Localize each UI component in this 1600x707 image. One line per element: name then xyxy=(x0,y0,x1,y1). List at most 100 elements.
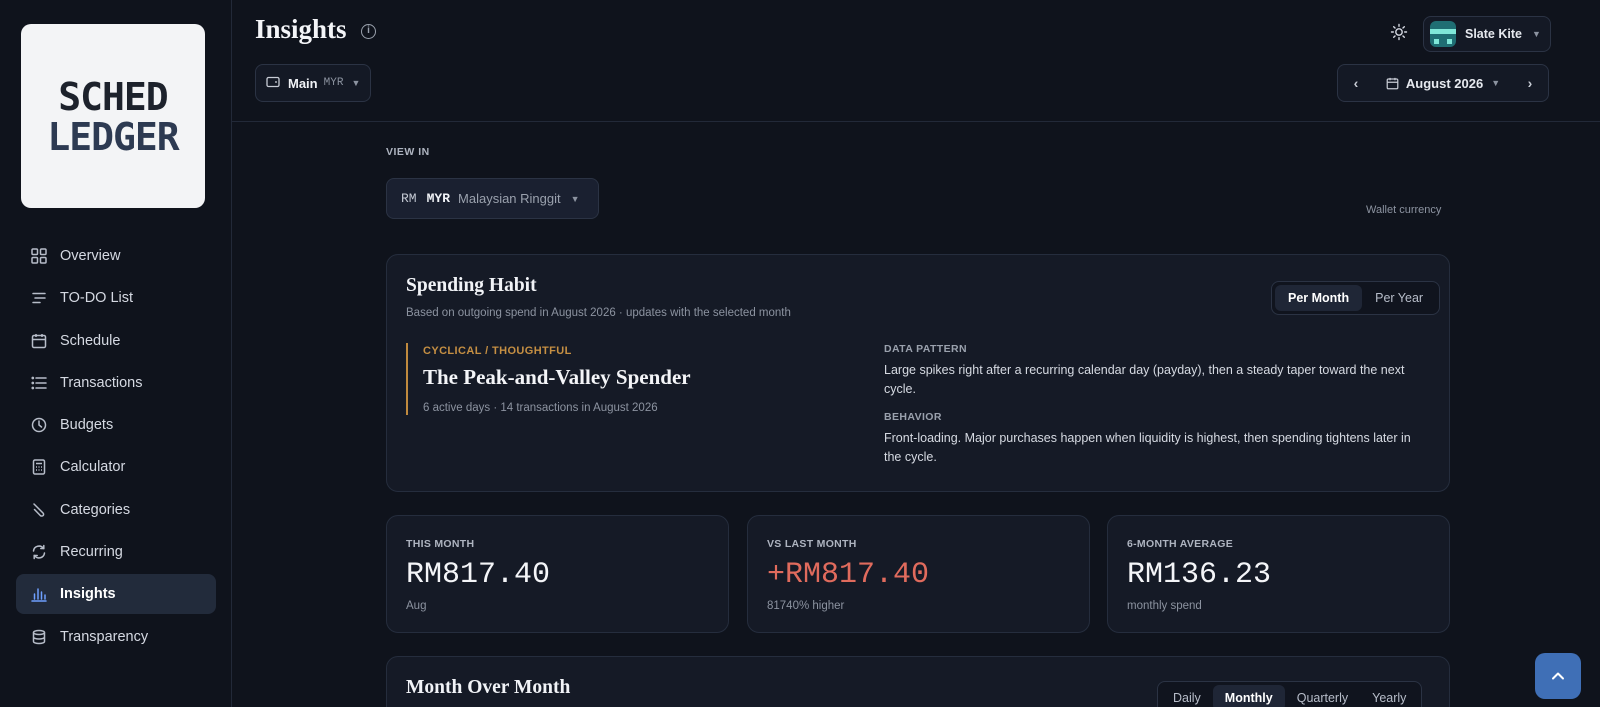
sidebar-item-insights[interactable]: Insights xyxy=(16,574,216,615)
wallet-currency: MYR xyxy=(323,77,344,89)
svg-text:SCHED: SCHED xyxy=(58,76,168,119)
user-name: Slate Kite xyxy=(1465,27,1522,41)
tab-yearly[interactable]: Yearly xyxy=(1360,685,1418,707)
persona-block: CYCLICAL / THOUGHTFUL The Peak-and-Valle… xyxy=(406,343,836,415)
card-title: Month Over Month xyxy=(406,677,571,698)
wallet-icon xyxy=(266,76,280,91)
behavior-text: Front-loading. Major purchases happen wh… xyxy=(884,431,1411,464)
sidebar-item-label: Transactions xyxy=(60,374,143,391)
stat-note: 81740% higher xyxy=(767,600,845,612)
sidebar-item-label: Recurring xyxy=(60,544,123,561)
sidebar-nav: Overview TO-DO List Schedule Transaction… xyxy=(16,236,216,659)
data-pattern-text: Large spikes right after a recurring cal… xyxy=(884,363,1405,396)
stat-label: VS LAST MONTH xyxy=(767,538,857,550)
list-check-icon xyxy=(30,289,48,307)
chevron-up-icon xyxy=(1552,672,1564,680)
stat-label: 6-MONTH AVERAGE xyxy=(1127,538,1234,550)
sidebar: SCHED LEDGER Overview TO-DO List Schedul… xyxy=(0,0,232,707)
chevron-down-icon: ▼ xyxy=(570,193,580,204)
info-icon[interactable]: i xyxy=(361,24,376,39)
scroll-to-top-button[interactable] xyxy=(1535,653,1581,699)
pattern-details: DATA PATTERN Large spikes right after a … xyxy=(884,343,1424,467)
user-menu-button[interactable]: Slate Kite ▼ xyxy=(1423,16,1551,52)
stat-note: monthly spend xyxy=(1127,600,1202,612)
tab-daily[interactable]: Daily xyxy=(1161,685,1213,707)
spending-habit-card: Spending Habit Based on outgoing spend i… xyxy=(386,254,1450,492)
persona-tag: CYCLICAL / THOUGHTFUL xyxy=(423,345,572,357)
app-logo[interactable]: SCHED LEDGER xyxy=(21,24,205,208)
sidebar-item-label: Categories xyxy=(60,501,131,518)
currency-code: MYR xyxy=(426,191,451,206)
prev-month-button[interactable]: ‹ xyxy=(1338,75,1374,91)
sidebar-item-todo[interactable]: TO-DO List xyxy=(16,278,216,318)
list-icon xyxy=(30,374,48,392)
wallet-currency-hint: Wallet currency xyxy=(1366,204,1442,216)
chevron-down-icon: ▼ xyxy=(351,78,361,88)
stat-value: RM817.40 xyxy=(406,558,551,592)
sidebar-item-transparency[interactable]: Transparency xyxy=(16,617,216,657)
sidebar-item-label: Calculator xyxy=(60,459,126,476)
card-title: Spending Habit xyxy=(406,275,537,296)
currency-symbol: RM xyxy=(401,191,417,206)
sidebar-item-transactions[interactable]: Transactions xyxy=(16,363,216,403)
tab-monthly[interactable]: Monthly xyxy=(1212,685,1285,707)
month-navigator: ‹ August 2026 ▼ › xyxy=(1337,64,1549,102)
bar-chart-icon xyxy=(30,585,48,603)
currency-name: Malaysian Ringgit xyxy=(458,191,561,206)
calendar-icon xyxy=(1386,77,1399,89)
period-toggle: Per Month Per Year xyxy=(1271,281,1441,315)
page-header: Insights i Main MYR ▼ Slate Kite ▼ ‹ Aug… xyxy=(232,0,1600,122)
currency-select[interactable]: RM MYR Malaysian Ringgit ▼ xyxy=(386,178,599,219)
persona-name: The Peak-and-Valley Spender xyxy=(423,365,691,389)
sidebar-item-label: Transparency xyxy=(60,628,149,645)
sidebar-item-categories[interactable]: Categories xyxy=(16,490,216,530)
tab-per-month[interactable]: Per Month xyxy=(1275,285,1363,311)
avatar xyxy=(1430,21,1456,47)
page-title: Insights xyxy=(255,14,347,44)
month-over-month-card: Month Over Month Daily Monthly Quarterly… xyxy=(386,656,1450,707)
svg-text:LEDGER: LEDGER xyxy=(47,115,179,156)
tag-icon xyxy=(30,501,48,519)
range-toggle: Daily Monthly Quarterly Yearly xyxy=(1157,681,1423,707)
behavior-label: BEHAVIOR xyxy=(884,411,942,423)
view-in-label: VIEW IN xyxy=(386,146,430,158)
sidebar-item-label: TO-DO List xyxy=(60,290,134,307)
data-pattern-label: DATA PATTERN xyxy=(884,343,967,355)
stat-note: Aug xyxy=(406,600,427,612)
sidebar-item-label: Overview xyxy=(60,248,121,264)
calendar-icon xyxy=(30,332,48,350)
stat-label: THIS MONTH xyxy=(406,538,475,550)
theme-toggle-button[interactable] xyxy=(1389,22,1409,42)
persona-meta: 6 active days · 14 transactions in Augus… xyxy=(423,402,658,414)
stat-value: RM136.23 xyxy=(1127,558,1272,592)
sidebar-item-label: Insights xyxy=(60,586,116,603)
chevron-down-icon: ▼ xyxy=(1491,78,1501,88)
sidebar-item-recurring[interactable]: Recurring xyxy=(16,532,216,572)
stat-card-vs-last-month: VS LAST MONTH +RM817.40 81740% higher xyxy=(747,515,1090,633)
next-month-button[interactable]: › xyxy=(1512,75,1548,91)
sidebar-item-calculator[interactable]: Calculator xyxy=(16,447,216,487)
sidebar-item-budgets[interactable]: Budgets xyxy=(16,405,216,445)
sidebar-item-schedule[interactable]: Schedule xyxy=(16,321,216,361)
sidebar-item-label: Budgets xyxy=(60,417,114,434)
chevron-down-icon: ▼ xyxy=(1531,29,1541,39)
card-subtitle: Based on outgoing spend in August 2026 ·… xyxy=(406,307,791,319)
clock-icon xyxy=(30,416,48,434)
wallet-selector[interactable]: Main MYR ▼ xyxy=(255,64,371,102)
wallet-name: Main xyxy=(288,75,318,91)
database-icon xyxy=(30,628,48,646)
refresh-icon xyxy=(30,543,48,561)
sched-ledger-logo-icon: SCHED LEDGER xyxy=(47,76,180,156)
sun-icon xyxy=(1390,23,1408,41)
month-selector[interactable]: August 2026 ▼ xyxy=(1374,76,1512,91)
month-label: August 2026 xyxy=(1405,75,1484,91)
stat-card-six-month-average: 6-MONTH AVERAGE RM136.23 monthly spend xyxy=(1107,515,1450,633)
sidebar-item-label: Schedule xyxy=(60,332,121,349)
stat-card-this-month: THIS MONTH RM817.40 Aug xyxy=(386,515,729,633)
calculator-icon xyxy=(30,458,48,476)
stat-value: +RM817.40 xyxy=(767,558,930,592)
grid-icon xyxy=(30,247,48,265)
tab-quarterly[interactable]: Quarterly xyxy=(1285,685,1360,707)
tab-per-year[interactable]: Per Year xyxy=(1362,285,1436,311)
sidebar-item-overview[interactable]: Overview xyxy=(16,236,216,276)
